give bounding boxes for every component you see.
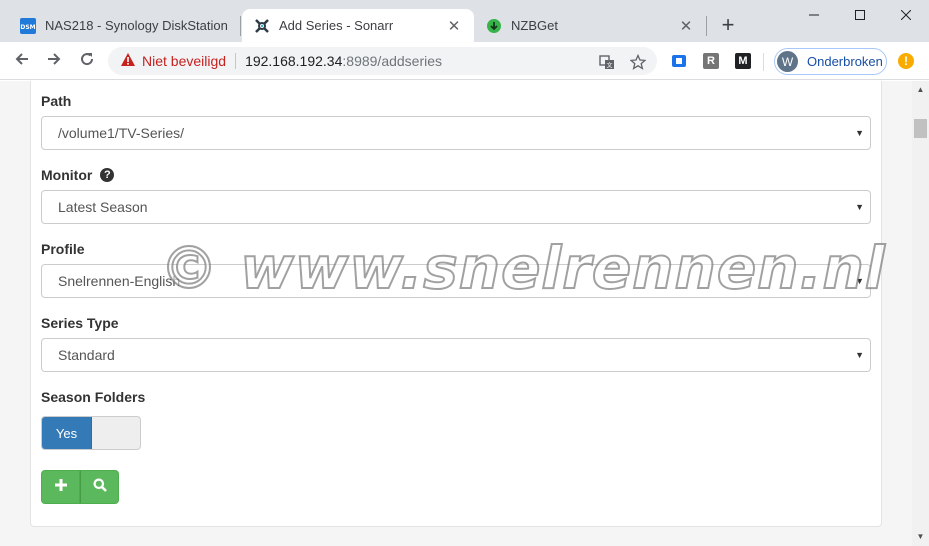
- toolbar-divider: [763, 53, 764, 71]
- scroll-down-icon[interactable]: ▼: [916, 532, 925, 541]
- reload-icon: [79, 51, 95, 72]
- profile-label: Profile: [41, 241, 85, 257]
- browser-toolbar: Niet beveiligd 192.168.192.34:8989/addse…: [0, 42, 929, 80]
- new-tab-button[interactable]: +: [716, 14, 740, 38]
- add-series-form: Path /volume1/TV-Series/ ▼ Monitor ? Lat…: [30, 81, 882, 527]
- r-extension-icon[interactable]: R: [703, 53, 719, 69]
- tab-title: Add Series - Sonarr: [279, 18, 394, 33]
- close-icon[interactable]: ✕: [446, 18, 462, 35]
- maximize-button[interactable]: [837, 0, 883, 30]
- path-select[interactable]: /volume1/TV-Series/ ▼: [41, 116, 871, 150]
- tab-sonarr[interactable]: Add Series - Sonarr ✕: [242, 9, 474, 42]
- add-series-button[interactable]: [41, 470, 80, 504]
- star-icon[interactable]: [629, 53, 647, 71]
- url-host: 192.168.192.34: [245, 53, 343, 69]
- profile-select[interactable]: Snelrennen-English ▼: [41, 264, 871, 298]
- reload-button[interactable]: [75, 49, 99, 73]
- sonarr-icon: [254, 18, 270, 34]
- profile-button[interactable]: W Onderbroken: [774, 48, 887, 75]
- security-label: Niet beveiligd: [142, 53, 227, 69]
- caret-down-icon: ▼: [855, 350, 864, 360]
- search-icon: [93, 478, 107, 497]
- warning-icon: [120, 52, 136, 70]
- svg-text:DSM: DSM: [20, 24, 35, 31]
- tab-separator: [240, 16, 241, 36]
- update-alert-icon[interactable]: !: [898, 53, 914, 69]
- tab-title: NAS218 - Synology DiskStation: [45, 18, 228, 33]
- series-type-label: Series Type: [41, 315, 119, 331]
- extension-icon[interactable]: [671, 53, 687, 69]
- window-close-button[interactable]: [883, 0, 929, 30]
- url-text: 192.168.192.34:8989/addseries: [245, 53, 442, 69]
- series-type-select[interactable]: Standard ▼: [41, 338, 871, 372]
- tab-title: NZBGet: [511, 18, 558, 33]
- tab-nzbget[interactable]: NZBGet ✕: [474, 9, 706, 42]
- series-type-value: Standard: [58, 347, 115, 363]
- profile-status: Onderbroken: [807, 54, 883, 69]
- tab-strip: DSM NAS218 - Synology DiskStation Add Se…: [0, 0, 929, 42]
- dsm-icon: DSM: [20, 17, 36, 34]
- minimize-button[interactable]: [791, 0, 837, 30]
- arrow-left-icon: [14, 51, 30, 72]
- monitor-label-row: Monitor ?: [41, 167, 115, 183]
- arrow-right-icon: [46, 51, 62, 72]
- tab-synology[interactable]: DSM NAS218 - Synology DiskStation: [8, 9, 240, 42]
- close-icon[interactable]: ✕: [678, 18, 694, 35]
- nzbget-icon: [486, 18, 502, 34]
- back-button[interactable]: [10, 49, 34, 73]
- avatar: W: [777, 51, 798, 72]
- question-circle-icon[interactable]: ?: [100, 168, 115, 182]
- caret-down-icon: ▼: [855, 128, 864, 138]
- address-bar[interactable]: Niet beveiligd 192.168.192.34:8989/addse…: [108, 47, 657, 75]
- url-path: :8989/addseries: [342, 53, 443, 69]
- monitor-label: Monitor: [41, 167, 93, 183]
- translate-icon[interactable]: 文: [598, 53, 616, 71]
- toggle-yes[interactable]: Yes: [42, 417, 92, 449]
- omnibox-divider: [235, 53, 237, 69]
- season-folders-toggle[interactable]: Yes: [41, 416, 141, 450]
- scroll-thumb[interactable]: [914, 119, 927, 138]
- path-value: /volume1/TV-Series/: [58, 125, 185, 141]
- caret-down-icon: ▼: [855, 276, 864, 286]
- path-label: Path: [41, 93, 72, 109]
- profile-value: Snelrennen-English: [58, 273, 181, 289]
- action-button-group: [41, 470, 119, 504]
- tab-separator: [706, 16, 707, 36]
- scroll-up-icon[interactable]: ▲: [916, 85, 925, 94]
- security-indicator[interactable]: Niet beveiligd: [120, 52, 226, 70]
- plus-icon: [54, 478, 68, 497]
- caret-down-icon: ▼: [855, 202, 864, 212]
- svg-text:文: 文: [606, 62, 612, 70]
- vertical-scrollbar[interactable]: ▲ ▼: [912, 81, 929, 546]
- monitor-select[interactable]: Latest Season ▼: [41, 190, 871, 224]
- page-viewport: Path /volume1/TV-Series/ ▼ Monitor ? Lat…: [0, 81, 912, 546]
- monitor-value: Latest Season: [58, 199, 148, 215]
- forward-button[interactable]: [42, 49, 66, 73]
- m-extension-icon[interactable]: M: [735, 53, 751, 69]
- add-and-search-button[interactable]: [80, 470, 119, 504]
- season-folders-label: Season Folders: [41, 389, 146, 405]
